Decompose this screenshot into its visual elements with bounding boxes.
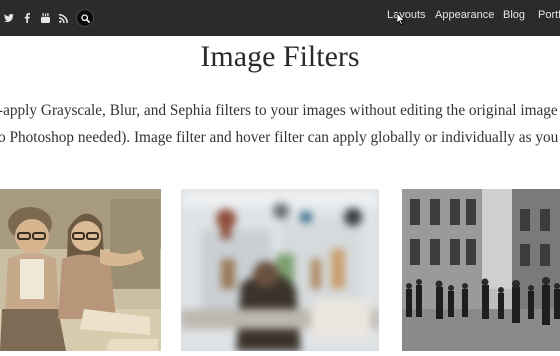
twitter-icon[interactable] bbox=[0, 9, 18, 27]
nav-item-blog[interactable]: Blog bbox=[503, 9, 525, 21]
mouse-cursor-icon bbox=[397, 13, 405, 25]
page-title: Image Filters bbox=[200, 40, 360, 73]
blur-image[interactable] bbox=[181, 189, 379, 351]
rss-icon[interactable] bbox=[54, 9, 72, 27]
sepia-image[interactable] bbox=[0, 189, 161, 351]
top-bar: Layouts Appearance Blog Portf bbox=[0, 0, 560, 36]
youtube-icon[interactable] bbox=[36, 9, 54, 27]
description: -apply Grayscale, Blur, and Sephia filte… bbox=[0, 97, 560, 151]
nav-item-appearance[interactable]: Appearance bbox=[435, 9, 494, 21]
grayscale-image[interactable] bbox=[402, 189, 560, 351]
description-line-2: o Photoshop needed). Image filter and ho… bbox=[0, 129, 560, 146]
search-icon[interactable] bbox=[76, 9, 94, 27]
nav-item-layouts[interactable]: Layouts bbox=[387, 9, 426, 21]
social-links bbox=[0, 8, 94, 28]
description-line-1: -apply Grayscale, Blur, and Sephia filte… bbox=[0, 102, 560, 119]
facebook-icon[interactable] bbox=[18, 9, 36, 27]
nav-item-portfolio[interactable]: Portf bbox=[538, 9, 560, 21]
